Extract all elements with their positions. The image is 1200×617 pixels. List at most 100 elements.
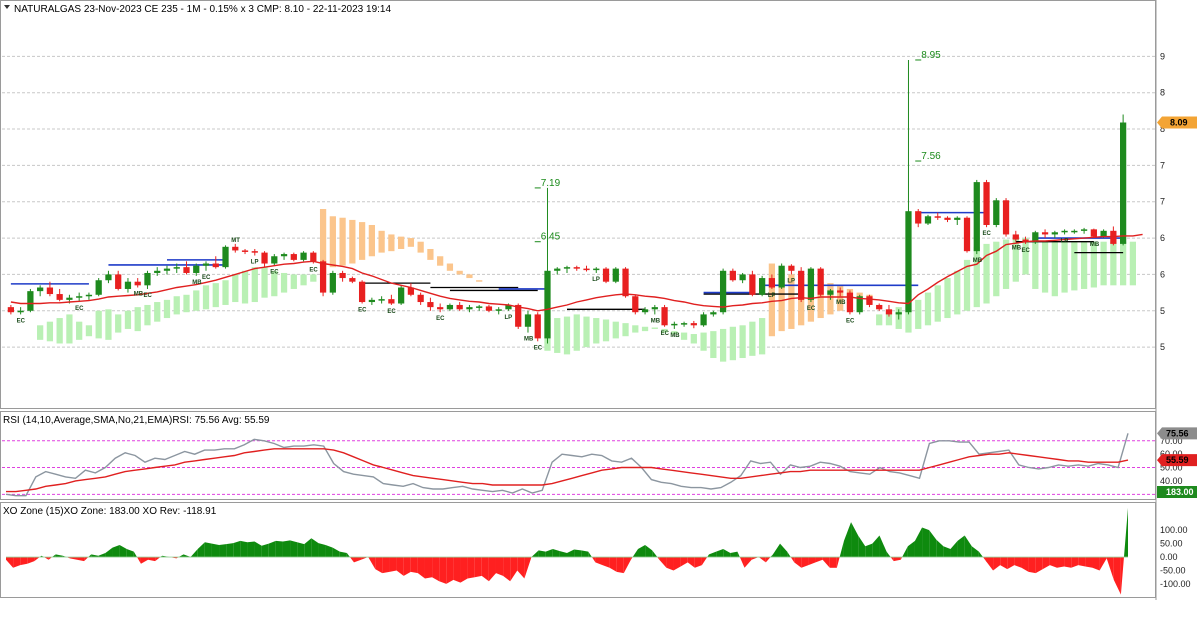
- histogram-orange-bar: [368, 224, 375, 257]
- candle-body: [739, 274, 746, 281]
- xo-area-segment: [275, 540, 283, 558]
- histogram-green-bar: [680, 332, 688, 340]
- candle-body: [700, 314, 707, 326]
- candle-body: [398, 287, 405, 304]
- xo-area-segment: [204, 542, 212, 558]
- candle-body: [476, 306, 483, 308]
- candle-body: [602, 268, 610, 282]
- histogram-green-bar: [76, 321, 83, 340]
- xo-area-segment: [247, 541, 255, 558]
- candle-body: [271, 256, 278, 264]
- histogram-orange-bar: [446, 263, 454, 271]
- histogram-green-bar: [934, 285, 941, 322]
- candle-body: [349, 278, 356, 282]
- xo-area-segment: [290, 540, 298, 558]
- candle-body: [895, 312, 902, 315]
- candle-body: [7, 307, 15, 313]
- histogram-green-bar: [95, 310, 102, 339]
- histogram-green-bar: [876, 314, 883, 326]
- signal-marker: LP: [504, 315, 512, 321]
- histogram-orange-bar: [349, 219, 356, 264]
- xo-area-segment: [297, 542, 305, 558]
- signal-marker: MB: [973, 258, 983, 264]
- candle-body: [280, 254, 288, 257]
- price-annotation: 7.56: [921, 151, 941, 162]
- xo-area-segment: [211, 543, 220, 558]
- candle-body: [495, 309, 502, 311]
- xo-tick-label: -100.00: [1160, 579, 1191, 589]
- candle-body: [807, 268, 815, 300]
- xo-area-segment: [922, 527, 930, 558]
- candle-body: [95, 280, 102, 295]
- candle-body: [319, 261, 327, 293]
- price-tick-label: 8: [1160, 88, 1165, 98]
- signal-marker: LP: [768, 293, 776, 299]
- xo-area-segment: [467, 557, 475, 579]
- xo-tick-label: 0.00: [1160, 552, 1178, 562]
- candle-body: [310, 252, 317, 262]
- candle-body: [719, 270, 727, 313]
- histogram-green-bar: [212, 283, 219, 308]
- candle-body: [339, 272, 346, 279]
- histogram-green-bar: [573, 314, 580, 351]
- histogram-green-bar: [710, 331, 717, 359]
- candle-body: [934, 216, 941, 218]
- candle-body: [515, 304, 522, 327]
- histogram-green-bar: [944, 278, 951, 319]
- candle-body: [651, 307, 658, 310]
- candle-body: [749, 274, 756, 295]
- signal-marker: EC: [807, 306, 816, 312]
- candle-body: [466, 307, 473, 310]
- histogram-green-bar: [193, 290, 200, 311]
- histogram-green-bar: [954, 270, 961, 315]
- candle-body: [1071, 230, 1078, 233]
- chart-root: 5 5 6 6 7 7 8 8 9 7.19 6.45 8.95 7.56 EC EC MB EC MB EC MT L…: [0, 0, 1200, 612]
- candle-body: [866, 296, 873, 305]
- histogram-green-bar: [1012, 238, 1019, 282]
- candle-body: [661, 307, 668, 326]
- histogram-green-bar: [290, 274, 297, 289]
- candle-body: [290, 254, 297, 260]
- price-annotation: 6.45: [541, 232, 561, 243]
- histogram-green-bar: [593, 318, 600, 344]
- xo-area-segment: [616, 557, 624, 574]
- signal-marker: MB: [836, 300, 846, 306]
- histogram-green-bar: [115, 314, 122, 333]
- candle-body: [876, 304, 883, 310]
- histogram-green-bar: [622, 323, 629, 337]
- histogram-green-bar: [222, 280, 229, 305]
- candle-body: [154, 270, 161, 273]
- candle-body: [183, 267, 190, 273]
- candle-body: [1080, 229, 1088, 231]
- signal-marker: EC: [534, 345, 543, 351]
- signal-marker: LP: [787, 278, 795, 284]
- candle-body: [573, 267, 580, 269]
- signal-marker: EC: [270, 270, 279, 276]
- candle-body: [788, 265, 795, 271]
- signal-marker: EC: [983, 231, 992, 237]
- candle-body: [202, 263, 210, 266]
- price-tick-label: 7: [1160, 160, 1165, 170]
- histogram-green-bar: [700, 332, 707, 351]
- histogram-green-bar: [1061, 241, 1068, 293]
- xo-title: XO Zone (15)XO Zone: 183.00 XO Rev: -118…: [3, 506, 217, 517]
- candle-body: [632, 296, 639, 313]
- candle-body: [76, 296, 83, 298]
- signal-marker: MB: [670, 333, 680, 339]
- candle-body: [846, 292, 854, 313]
- histogram-green-bar: [163, 299, 171, 319]
- histogram-green-bar: [124, 310, 132, 329]
- candle-body: [446, 304, 454, 310]
- signal-marker: MB: [134, 292, 144, 298]
- candle-body: [232, 246, 239, 251]
- candle-body: [641, 309, 649, 313]
- xo-area-segment: [268, 540, 276, 558]
- histogram-green-bar: [1032, 239, 1039, 289]
- histogram-green-bar: [690, 334, 697, 344]
- candle-body: [1110, 230, 1117, 244]
- histogram-green-bar: [1129, 241, 1137, 286]
- candle-body: [144, 272, 151, 286]
- histogram-green-bar: [1100, 241, 1107, 286]
- xo-area-segment: [226, 543, 234, 558]
- histogram-orange-bar: [388, 234, 395, 252]
